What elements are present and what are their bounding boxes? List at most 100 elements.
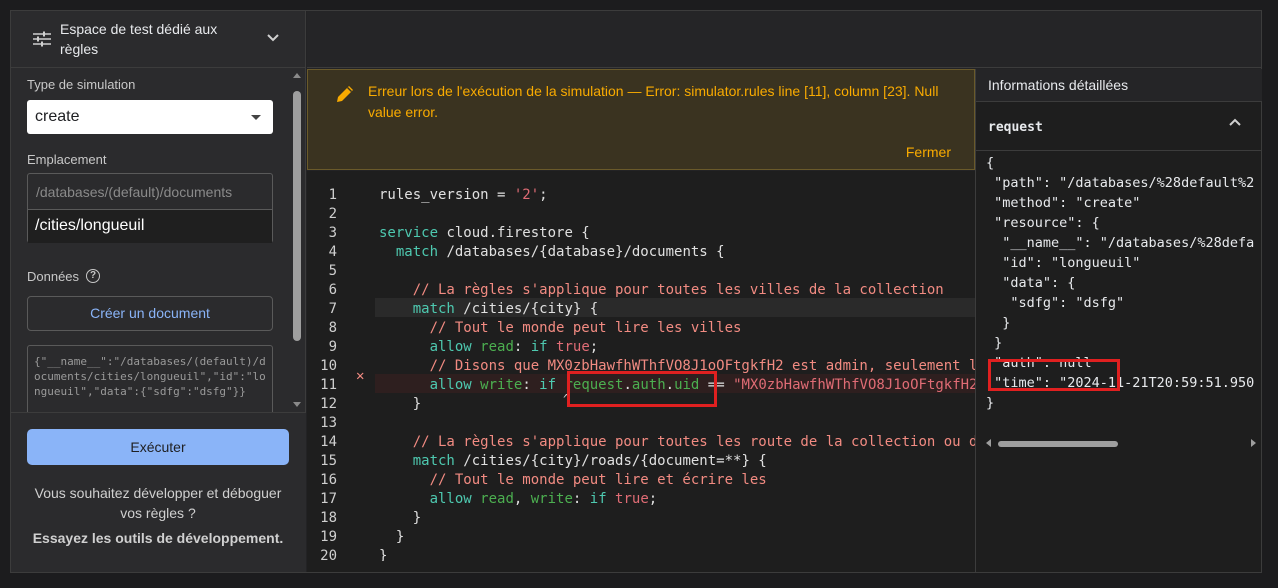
line-number: 14	[320, 434, 337, 450]
line-number: 11	[320, 377, 337, 393]
app-frame: Espace de test dédié aux règles Type de …	[10, 10, 1262, 573]
details-panel: Informations détaillées request { "path"…	[975, 69, 1262, 572]
dropdown-caret-icon	[251, 115, 261, 120]
error-marker-icon: ✕	[356, 368, 365, 384]
line-number: 2	[328, 206, 337, 222]
code-line: // Tout le monde peut lire et écrire les	[379, 471, 767, 490]
code-line: // Tout le monde peut lire les villes	[379, 319, 742, 338]
line-number: 8	[328, 320, 337, 336]
request-section-label: request	[988, 120, 1043, 135]
code-content[interactable]: rules_version = '2'; service cloud.firest…	[379, 171, 975, 561]
chevron-up-icon[interactable]	[1228, 117, 1242, 127]
details-horizontal-scrollbar[interactable]	[984, 439, 1258, 449]
scrollbar-thumb[interactable]	[998, 441, 1118, 447]
code-token: ,	[513, 491, 531, 507]
code-token: /databases/{database}/documents {	[438, 244, 725, 260]
code-token: rules_version =	[379, 187, 514, 203]
simulation-form: Type de simulation create Emplacement /d…	[11, 69, 306, 412]
code-line: // La règles s'applique pour toutes les …	[379, 433, 975, 452]
scroll-right-icon[interactable]	[1251, 439, 1256, 447]
code-line: service cloud.firestore {	[379, 224, 590, 243]
code-token: ;	[648, 491, 658, 507]
code-token: cloud.firestore {	[438, 225, 590, 241]
code-token: match	[395, 244, 439, 260]
json-line: }	[986, 315, 1011, 331]
json-line: {	[986, 155, 995, 171]
code-token: ;	[589, 339, 599, 355]
code-line: rules_version = '2';	[379, 186, 548, 205]
code-token: // Tout le monde peut lire et écrire les	[379, 472, 767, 488]
highlight-box-request-auth-uid	[567, 371, 717, 407]
location-input[interactable]: /cities/longueuil	[28, 209, 272, 243]
location-label: Emplacement	[27, 152, 107, 167]
code-token: :	[522, 377, 540, 393]
line-number: 3	[328, 225, 337, 241]
request-section-header[interactable]: request	[976, 103, 1262, 151]
code-token: "MX0zbHawfhWThfVO8J1oOFtgkfH2"	[733, 377, 975, 393]
code-token: allow	[429, 377, 472, 393]
code-line: allow read, write: if true;	[379, 490, 658, 509]
request-json-view: { "path": "/databases/%28default%2 "meth…	[976, 153, 1262, 433]
simulation-type-label: Type de simulation	[27, 77, 136, 92]
create-document-button[interactable]: Créer un document	[27, 296, 273, 331]
run-button[interactable]: Exécuter	[27, 429, 289, 465]
json-line: "data": {	[986, 275, 1076, 291]
line-number: 5	[328, 263, 337, 279]
help-icon[interactable]: ?	[86, 269, 100, 283]
code-token: true	[547, 339, 590, 355]
json-line: "__name__": "/databases/%28defa	[986, 235, 1255, 251]
line-number: 17	[320, 491, 337, 507]
rules-editor[interactable]: 1 2 3 4 5 6 7 8 9 10 11 12 13 14 15 16 17 18 19 20 ✕ rules_…	[307, 171, 975, 572]
location-prefix: /databases/(default)/documents	[36, 184, 233, 200]
line-number: 9	[328, 339, 337, 355]
document-json-input[interactable]: {"__name__":"/databases/(default)/docume…	[27, 345, 273, 412]
tune-icon	[33, 31, 51, 47]
line-number: 4	[328, 244, 337, 260]
simulation-type-value: create	[35, 108, 80, 125]
code-line: match /cities/{city}/roads/{document=**}…	[379, 452, 767, 471]
scrollbar-thumb[interactable]	[293, 91, 301, 341]
code-token: if	[539, 377, 557, 393]
chevron-down-icon[interactable]	[266, 33, 280, 43]
json-line: "path": "/databases/%28default%2	[986, 175, 1255, 191]
data-label: Données	[27, 269, 80, 284]
code-line: allow read: if true;	[379, 338, 599, 357]
line-number: 10	[320, 358, 337, 374]
panel-title: Espace de test dédié aux règles	[60, 21, 218, 57]
code-line: }	[379, 547, 387, 561]
line-number: 18	[320, 510, 337, 526]
form-scrollbar[interactable]	[291, 71, 303, 409]
simulation-type-select[interactable]: create	[27, 100, 273, 134]
scroll-left-icon[interactable]	[986, 439, 991, 447]
code-token: // Tout le monde peut lire les villes	[379, 320, 742, 336]
code-token: match	[412, 453, 455, 469]
code-line: }	[379, 509, 421, 528]
line-number: 1	[328, 187, 337, 203]
line-number: 16	[320, 472, 337, 488]
simulation-panel: Espace de test dédié aux règles Type de …	[11, 11, 306, 572]
scroll-up-icon[interactable]	[293, 73, 301, 78]
code-token: }	[379, 529, 405, 545]
code-token: // La règles s'applique pour toutes les …	[379, 434, 975, 450]
close-banner-button[interactable]: Fermer	[906, 144, 951, 160]
code-token: /cities/{city} {	[454, 301, 599, 317]
line-number: 12	[320, 396, 337, 412]
panel-footer: Exécuter Vous souhaitez développer et dé…	[11, 412, 306, 572]
code-line: }	[379, 528, 404, 547]
panel-header[interactable]: Espace de test dédié aux règles	[11, 11, 306, 68]
code-token: // La règles s'applique pour toutes les …	[379, 282, 944, 298]
code-token: if	[589, 491, 607, 507]
json-line: "method": "create"	[986, 195, 1141, 211]
code-line: }	[379, 395, 421, 414]
error-banner: Erreur lors de l'exécution de la simulat…	[307, 69, 975, 170]
dev-tools-link[interactable]: Essayez les outils de développement.	[27, 530, 289, 546]
scroll-down-icon[interactable]	[293, 402, 301, 407]
error-message: Erreur lors de l'exécution de la simulat…	[368, 83, 939, 120]
pencil-icon	[337, 86, 353, 102]
line-number: 13	[320, 415, 337, 431]
code-token: write	[530, 491, 573, 507]
